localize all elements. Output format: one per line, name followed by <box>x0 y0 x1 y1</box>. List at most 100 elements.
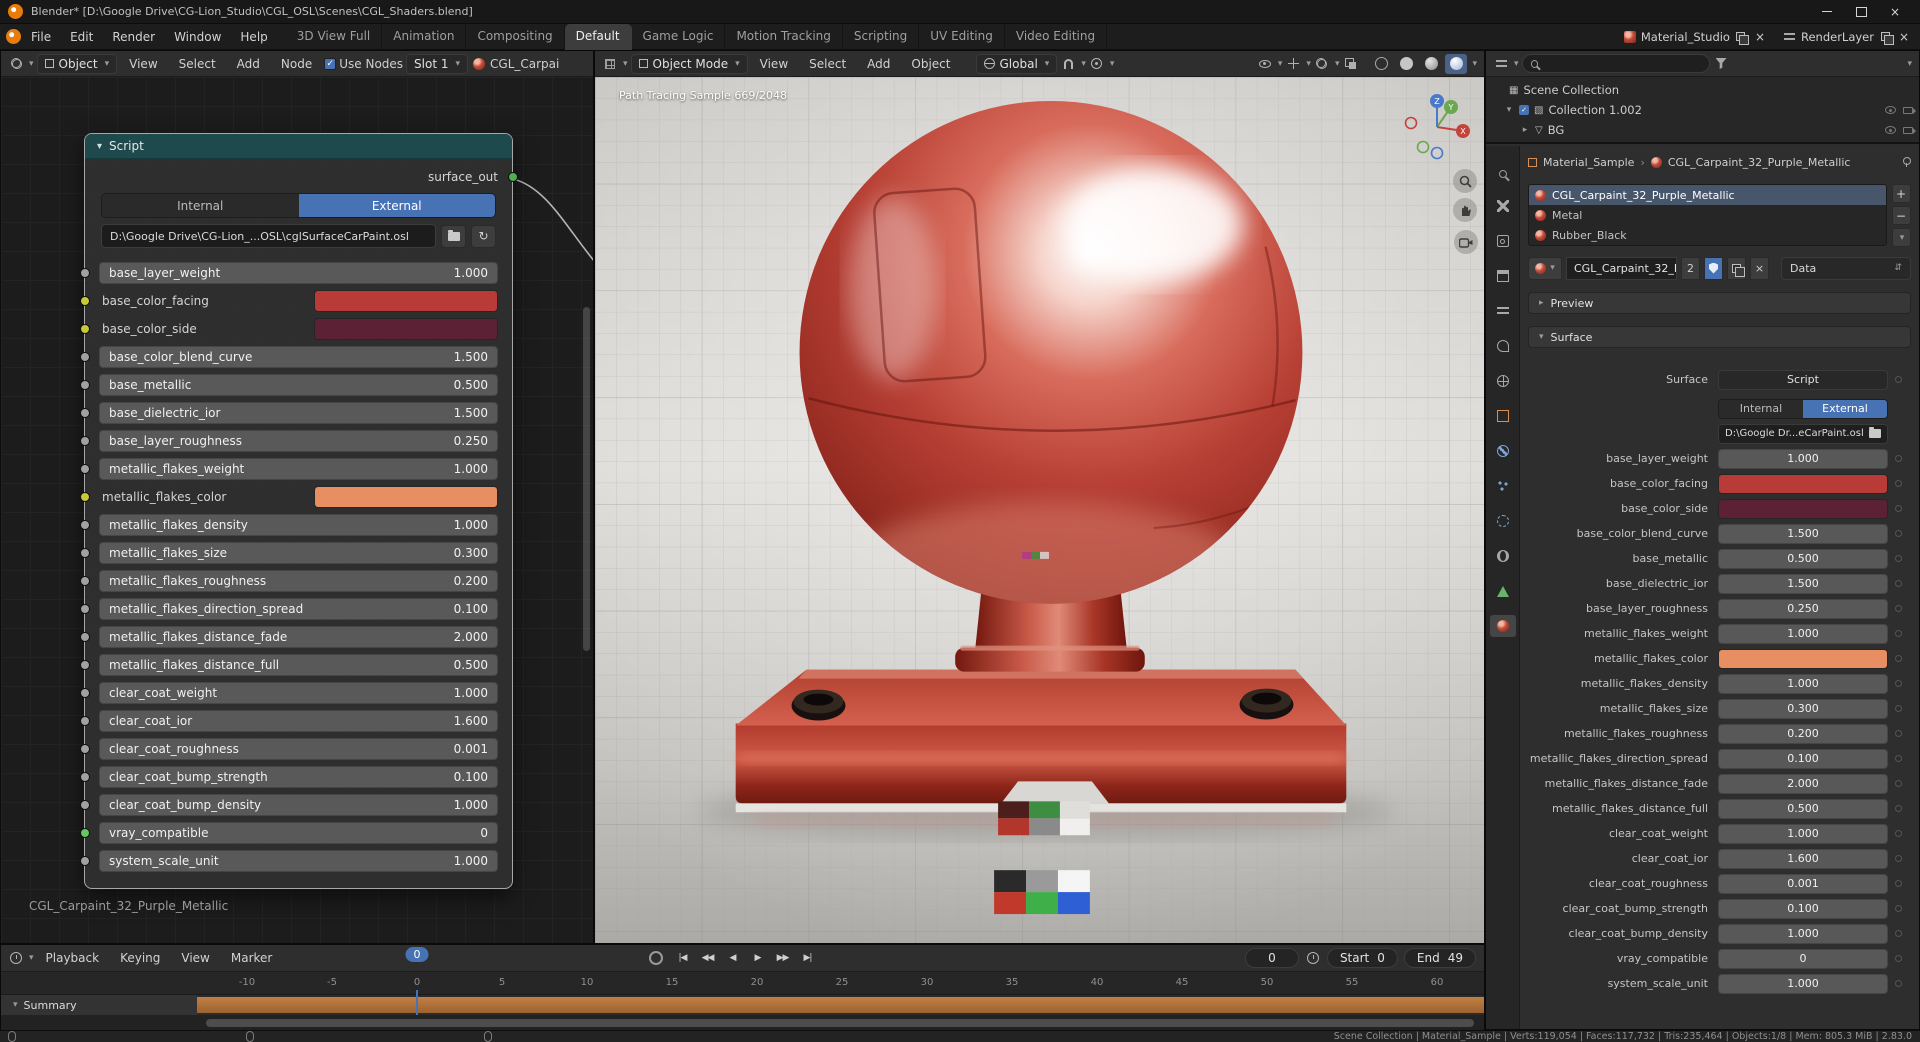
menu-item[interactable]: Render <box>103 27 164 47</box>
tab-object-data[interactable] <box>1490 580 1516 602</box>
param-slider[interactable]: clear_coat_bump_density 1.000 <box>99 794 498 816</box>
input-socket[interactable] <box>80 492 90 502</box>
animate-decorator-icon[interactable] <box>1895 480 1902 487</box>
maximize-button[interactable] <box>1844 1 1878 23</box>
property-slider[interactable]: 0.500 <box>1718 548 1888 569</box>
property-slider[interactable]: 1.000 <box>1718 823 1888 844</box>
menu-item[interactable]: Window <box>165 27 230 47</box>
material-slot[interactable]: Metal <box>1529 205 1886 225</box>
input-socket[interactable] <box>80 660 90 670</box>
playhead[interactable]: 0 <box>405 947 429 962</box>
input-socket[interactable] <box>80 464 90 474</box>
hide-toggle-eye-icon[interactable] <box>1885 106 1896 114</box>
expand-arrow-icon[interactable]: ▸ <box>1520 125 1530 135</box>
internal-mode-button[interactable]: Internal <box>102 194 299 217</box>
property-slider[interactable]: 0.200 <box>1718 723 1888 744</box>
input-socket[interactable] <box>80 268 90 278</box>
animate-decorator-icon[interactable] <box>1895 755 1902 762</box>
summary-channel[interactable]: ▾ Summary <box>1 995 197 1015</box>
show-overlays-icon[interactable] <box>1314 56 1330 72</box>
tab-constraints[interactable] <box>1490 545 1516 567</box>
view-layer-icon[interactable] <box>1782 29 1798 45</box>
property-slider[interactable]: 0.100 <box>1718 898 1888 919</box>
pin-icon[interactable] <box>1901 157 1911 167</box>
timeline-ruler[interactable]: -10 -5 0 5 10 15 20 25 30 35 40 45 50 55… <box>1 972 1484 995</box>
tab-particles[interactable] <box>1490 475 1516 497</box>
animate-decorator-icon[interactable] <box>1895 880 1902 887</box>
material-name[interactable]: CGL_Carpai <box>490 57 559 71</box>
remove-slot-button[interactable]: − <box>1891 206 1911 225</box>
link-mode-dropdown[interactable]: Data ⇵ <box>1781 256 1911 280</box>
playhead-line[interactable] <box>416 990 418 1015</box>
animate-decorator-icon[interactable] <box>1895 830 1902 837</box>
camera-view-icon[interactable] <box>1454 230 1478 254</box>
node-header[interactable]: ▾ Script <box>85 134 512 159</box>
property-slider[interactable]: 1.000 <box>1718 923 1888 944</box>
outliner-options-icon[interactable]: ▾ <box>1907 59 1912 69</box>
property-color-swatch[interactable] <box>1718 473 1888 494</box>
viewport-canvas[interactable]: Path Tracing Sample 669/2048 Z X Y <box>595 77 1484 943</box>
preview-panel-header[interactable]: ▸ Preview <box>1528 292 1911 314</box>
tab-physics[interactable] <box>1490 510 1516 532</box>
outliner-row[interactable]: ▾ ✓ ▧ Collection 1.002 <box>1486 100 1919 120</box>
input-socket[interactable] <box>80 716 90 726</box>
preview-range-stopwatch-icon[interactable] <box>1305 950 1321 966</box>
remove-view-layer-icon[interactable]: × <box>1896 29 1912 45</box>
unlink-material-button[interactable]: × <box>1750 256 1769 280</box>
workspace-tab[interactable]: Compositing <box>466 23 565 50</box>
animate-decorator-icon[interactable] <box>1895 505 1902 512</box>
tab-world[interactable] <box>1490 370 1516 392</box>
editor-type-icon[interactable] <box>8 56 24 72</box>
menu-item[interactable]: Edit <box>61 27 102 47</box>
input-socket[interactable] <box>80 408 90 418</box>
close-button[interactable]: × <box>1878 1 1912 23</box>
input-socket[interactable] <box>80 604 90 614</box>
animate-decorator-icon[interactable] <box>1895 780 1902 787</box>
animate-decorator-icon[interactable] <box>1895 680 1902 687</box>
move-view-hand-icon[interactable] <box>1453 198 1477 222</box>
blender-menu-icon[interactable] <box>6 29 21 44</box>
transform-orientation-selector[interactable]: Global ▾ <box>975 53 1058 74</box>
param-slider[interactable]: base_color_blend_curve 1.500 <box>99 346 498 368</box>
param-slider[interactable]: clear_coat_roughness 0.001 <box>99 738 498 760</box>
input-socket[interactable] <box>80 352 90 362</box>
param-slider[interactable]: clear_coat_ior 1.600 <box>99 710 498 732</box>
input-socket[interactable] <box>80 772 90 782</box>
search-icon[interactable] <box>1495 166 1511 182</box>
open-file-button[interactable] <box>441 224 466 248</box>
param-slider[interactable]: clear_coat_weight 1.000 <box>99 682 498 704</box>
param-slider[interactable]: base_layer_weight 1.000 <box>99 262 498 284</box>
animate-decorator-icon[interactable] <box>1895 805 1902 812</box>
workspace-tab[interactable]: Video Editing <box>1005 23 1108 50</box>
timeline-scrollbar[interactable] <box>1 1015 1484 1031</box>
frame-start-field[interactable]: Start 0 <box>1326 948 1398 968</box>
snap-magnet-icon[interactable] <box>1060 56 1076 72</box>
animate-decorator-icon[interactable] <box>1895 705 1902 712</box>
show-gizmo-icon[interactable] <box>1285 56 1301 72</box>
color-swatch[interactable] <box>314 486 498 508</box>
editor-type-icon[interactable] <box>602 56 618 72</box>
jump-to-start-button[interactable]: |◀ <box>671 948 694 968</box>
material-slot[interactable]: CGL_Carpaint_32_Purple_Metallic <box>1529 185 1886 205</box>
animate-decorator-icon[interactable] <box>1895 905 1902 912</box>
property-color-swatch[interactable] <box>1718 498 1888 519</box>
menu-item[interactable]: File <box>22 27 60 47</box>
node-editor-scrollbar[interactable] <box>583 307 590 651</box>
color-swatch[interactable] <box>314 318 498 340</box>
input-socket[interactable] <box>80 548 90 558</box>
workspace-tab[interactable]: Scripting <box>843 23 920 50</box>
param-slider[interactable]: base_dielectric_ior 1.500 <box>99 402 498 424</box>
input-socket[interactable] <box>80 828 90 838</box>
editor-type-icon[interactable] <box>1493 56 1509 72</box>
animate-decorator-icon[interactable] <box>1895 955 1902 962</box>
render-toggle-camera-icon[interactable] <box>1903 106 1916 114</box>
jump-to-next-keyframe-button[interactable]: ▶▶ <box>771 948 794 968</box>
scene-icon[interactable] <box>1622 29 1638 45</box>
property-color-swatch[interactable] <box>1718 648 1888 669</box>
tab-object[interactable] <box>1490 405 1516 427</box>
animate-decorator-icon[interactable] <box>1895 580 1902 587</box>
collapse-arrow-icon[interactable]: ▾ <box>97 141 102 152</box>
property-slider[interactable]: 0.001 <box>1718 873 1888 894</box>
shading-material-button[interactable] <box>1420 54 1442 74</box>
property-slider[interactable]: 1.000 <box>1718 673 1888 694</box>
